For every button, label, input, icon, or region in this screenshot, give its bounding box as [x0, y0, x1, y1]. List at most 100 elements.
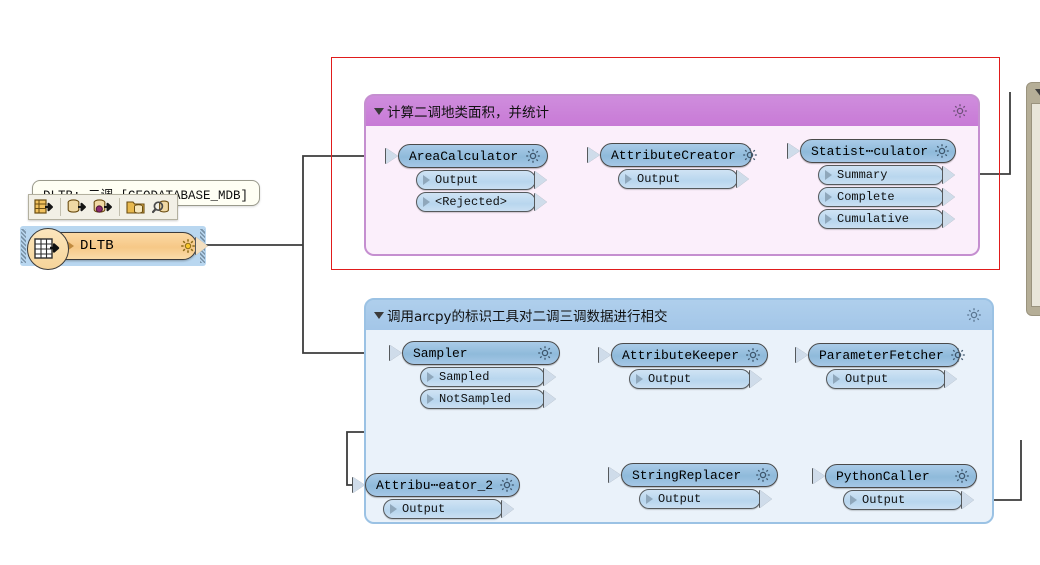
output-arrow-icon[interactable] [943, 188, 955, 206]
port-output[interactable]: Output [843, 490, 974, 510]
right-docked-panel[interactable] [1026, 82, 1040, 316]
output-arrow-icon[interactable] [943, 210, 955, 228]
port-rejected[interactable]: <Rejected> [416, 192, 547, 212]
transformer-area-calculator[interactable]: AreaCalculator Output <Rejected> [386, 144, 548, 212]
port-label: Output [658, 492, 702, 506]
port-triangle-icon [646, 494, 653, 504]
port-label: Output [435, 173, 479, 187]
transformer-label: Sampler [413, 345, 468, 361]
transformer-label: AreaCalculator [409, 148, 519, 164]
reader-context-toolbar[interactable] [28, 194, 178, 220]
gear-icon[interactable] [180, 238, 196, 254]
port-triangle-icon [427, 394, 434, 404]
transformer-python-caller[interactable]: PythonCaller Output [813, 464, 977, 510]
bookmark-header[interactable]: 调用arcpy的标识工具对二调三调数据进行相交 [366, 300, 992, 330]
transformer-header[interactable]: PythonCaller [813, 464, 977, 488]
gear-icon[interactable] [537, 345, 553, 361]
source-reader-dltb[interactable]: DLTB [20, 226, 208, 270]
resize-handle-left[interactable] [21, 229, 26, 263]
triangle-down-icon[interactable] [1035, 89, 1040, 97]
output-arrow-icon[interactable] [544, 390, 556, 408]
export-database-button[interactable] [65, 196, 89, 218]
port-triangle-icon [390, 504, 397, 514]
transformer-attribute-creator[interactable]: AttributeCreator Output [588, 143, 757, 189]
output-arrow-icon[interactable] [544, 368, 556, 386]
port-output[interactable]: Output [629, 369, 762, 389]
transformer-parameter-fetcher[interactable]: ParameterFetcher Output [796, 343, 965, 389]
input-arrow-icon [796, 347, 808, 363]
transformer-label: AttributeKeeper [622, 347, 740, 363]
port-triangle-icon [825, 214, 832, 224]
input-arrow-icon [390, 345, 402, 361]
port-cumulative[interactable]: Cumulative [818, 209, 955, 229]
port-label: Output [402, 502, 446, 516]
toolbar-separator [60, 198, 61, 216]
triangle-down-icon[interactable] [374, 107, 384, 115]
gear-icon[interactable] [745, 347, 761, 363]
gear-icon[interactable] [966, 307, 982, 323]
port-summary[interactable]: Summary [818, 165, 955, 185]
transformer-sampler[interactable]: Sampler Sampled NotSampled [390, 341, 560, 409]
gear-icon[interactable] [934, 143, 950, 159]
gear-icon[interactable] [525, 148, 541, 164]
gear-icon[interactable] [499, 477, 515, 493]
output-arrow-icon[interactable] [535, 193, 547, 211]
port-output[interactable]: Output [383, 499, 514, 519]
output-arrow-icon[interactable] [760, 490, 772, 508]
port-triangle-icon [636, 374, 643, 384]
gear-icon[interactable] [950, 347, 966, 363]
reader-body[interactable]: DLTB [27, 228, 208, 270]
output-arrow-icon[interactable] [196, 237, 208, 255]
transformer-header[interactable]: ParameterFetcher [796, 343, 965, 367]
transformer-header[interactable]: Attribu⋯eator_2 [353, 473, 520, 497]
output-arrow-icon[interactable] [502, 500, 514, 518]
export-table-button[interactable] [32, 196, 56, 218]
port-triangle-icon [825, 192, 832, 202]
output-arrow-icon[interactable] [943, 166, 955, 184]
transformer-string-replacer[interactable]: StringReplacer Output [609, 463, 778, 509]
input-arrow-icon [609, 467, 621, 483]
port-label: Complete [837, 190, 895, 204]
export-database-transform-button[interactable] [91, 196, 115, 218]
port-complete[interactable]: Complete [818, 187, 955, 207]
transformer-header[interactable]: Statist⋯culator [788, 139, 956, 163]
port-triangle-icon [850, 495, 857, 505]
folder-database-button[interactable] [124, 196, 148, 218]
port-notsampled[interactable]: NotSampled [420, 389, 556, 409]
port-output[interactable]: Output [618, 169, 749, 189]
gear-icon[interactable] [742, 147, 758, 163]
inspect-database-button[interactable] [150, 196, 174, 218]
transformer-header[interactable]: AttributeCreator [588, 143, 757, 167]
port-output[interactable]: Output [639, 489, 772, 509]
gear-icon[interactable] [952, 103, 968, 119]
workflow-canvas[interactable]: 计算二调地类面积，并统计 调用arcpy的标识工具对二调三调数据进行相交 Are… [0, 0, 1040, 565]
port-sampled[interactable]: Sampled [420, 367, 556, 387]
output-arrow-icon[interactable] [750, 370, 762, 388]
port-label: Cumulative [837, 212, 910, 226]
output-arrow-icon[interactable] [535, 171, 547, 189]
transformer-header[interactable]: StringReplacer [609, 463, 778, 487]
port-label: Summary [837, 168, 888, 182]
output-arrow-icon[interactable] [737, 170, 749, 188]
transformer-header[interactable]: AreaCalculator [386, 144, 548, 168]
input-arrow-icon [353, 477, 365, 493]
transformer-statistics-calculator[interactable]: Statist⋯culator Summary Complete Cumulat… [788, 139, 956, 229]
port-label: Output [845, 372, 889, 386]
transformer-attribute-creator-2[interactable]: Attribu⋯eator_2 Output [353, 473, 520, 519]
transformer-label: ParameterFetcher [819, 347, 944, 363]
bookmark-title: 调用arcpy的标识工具对二调三调数据进行相交 [387, 309, 668, 325]
reader-label: DLTB [80, 238, 114, 254]
transformer-header[interactable]: Sampler [390, 341, 560, 365]
gear-icon[interactable] [954, 468, 970, 484]
port-output[interactable]: Output [826, 369, 957, 389]
transformer-header[interactable]: AttributeKeeper [599, 343, 768, 367]
output-arrow-icon[interactable] [945, 370, 957, 388]
transformer-label: AttributeCreator [611, 147, 736, 163]
transformer-attribute-keeper[interactable]: AttributeKeeper Output [599, 343, 768, 389]
port-label: <Rejected> [435, 195, 508, 209]
port-output[interactable]: Output [416, 170, 547, 190]
triangle-down-icon[interactable] [374, 311, 384, 319]
bookmark-header[interactable]: 计算二调地类面积，并统计 [366, 96, 978, 126]
gear-icon[interactable] [755, 467, 771, 483]
output-arrow-icon[interactable] [962, 491, 974, 509]
